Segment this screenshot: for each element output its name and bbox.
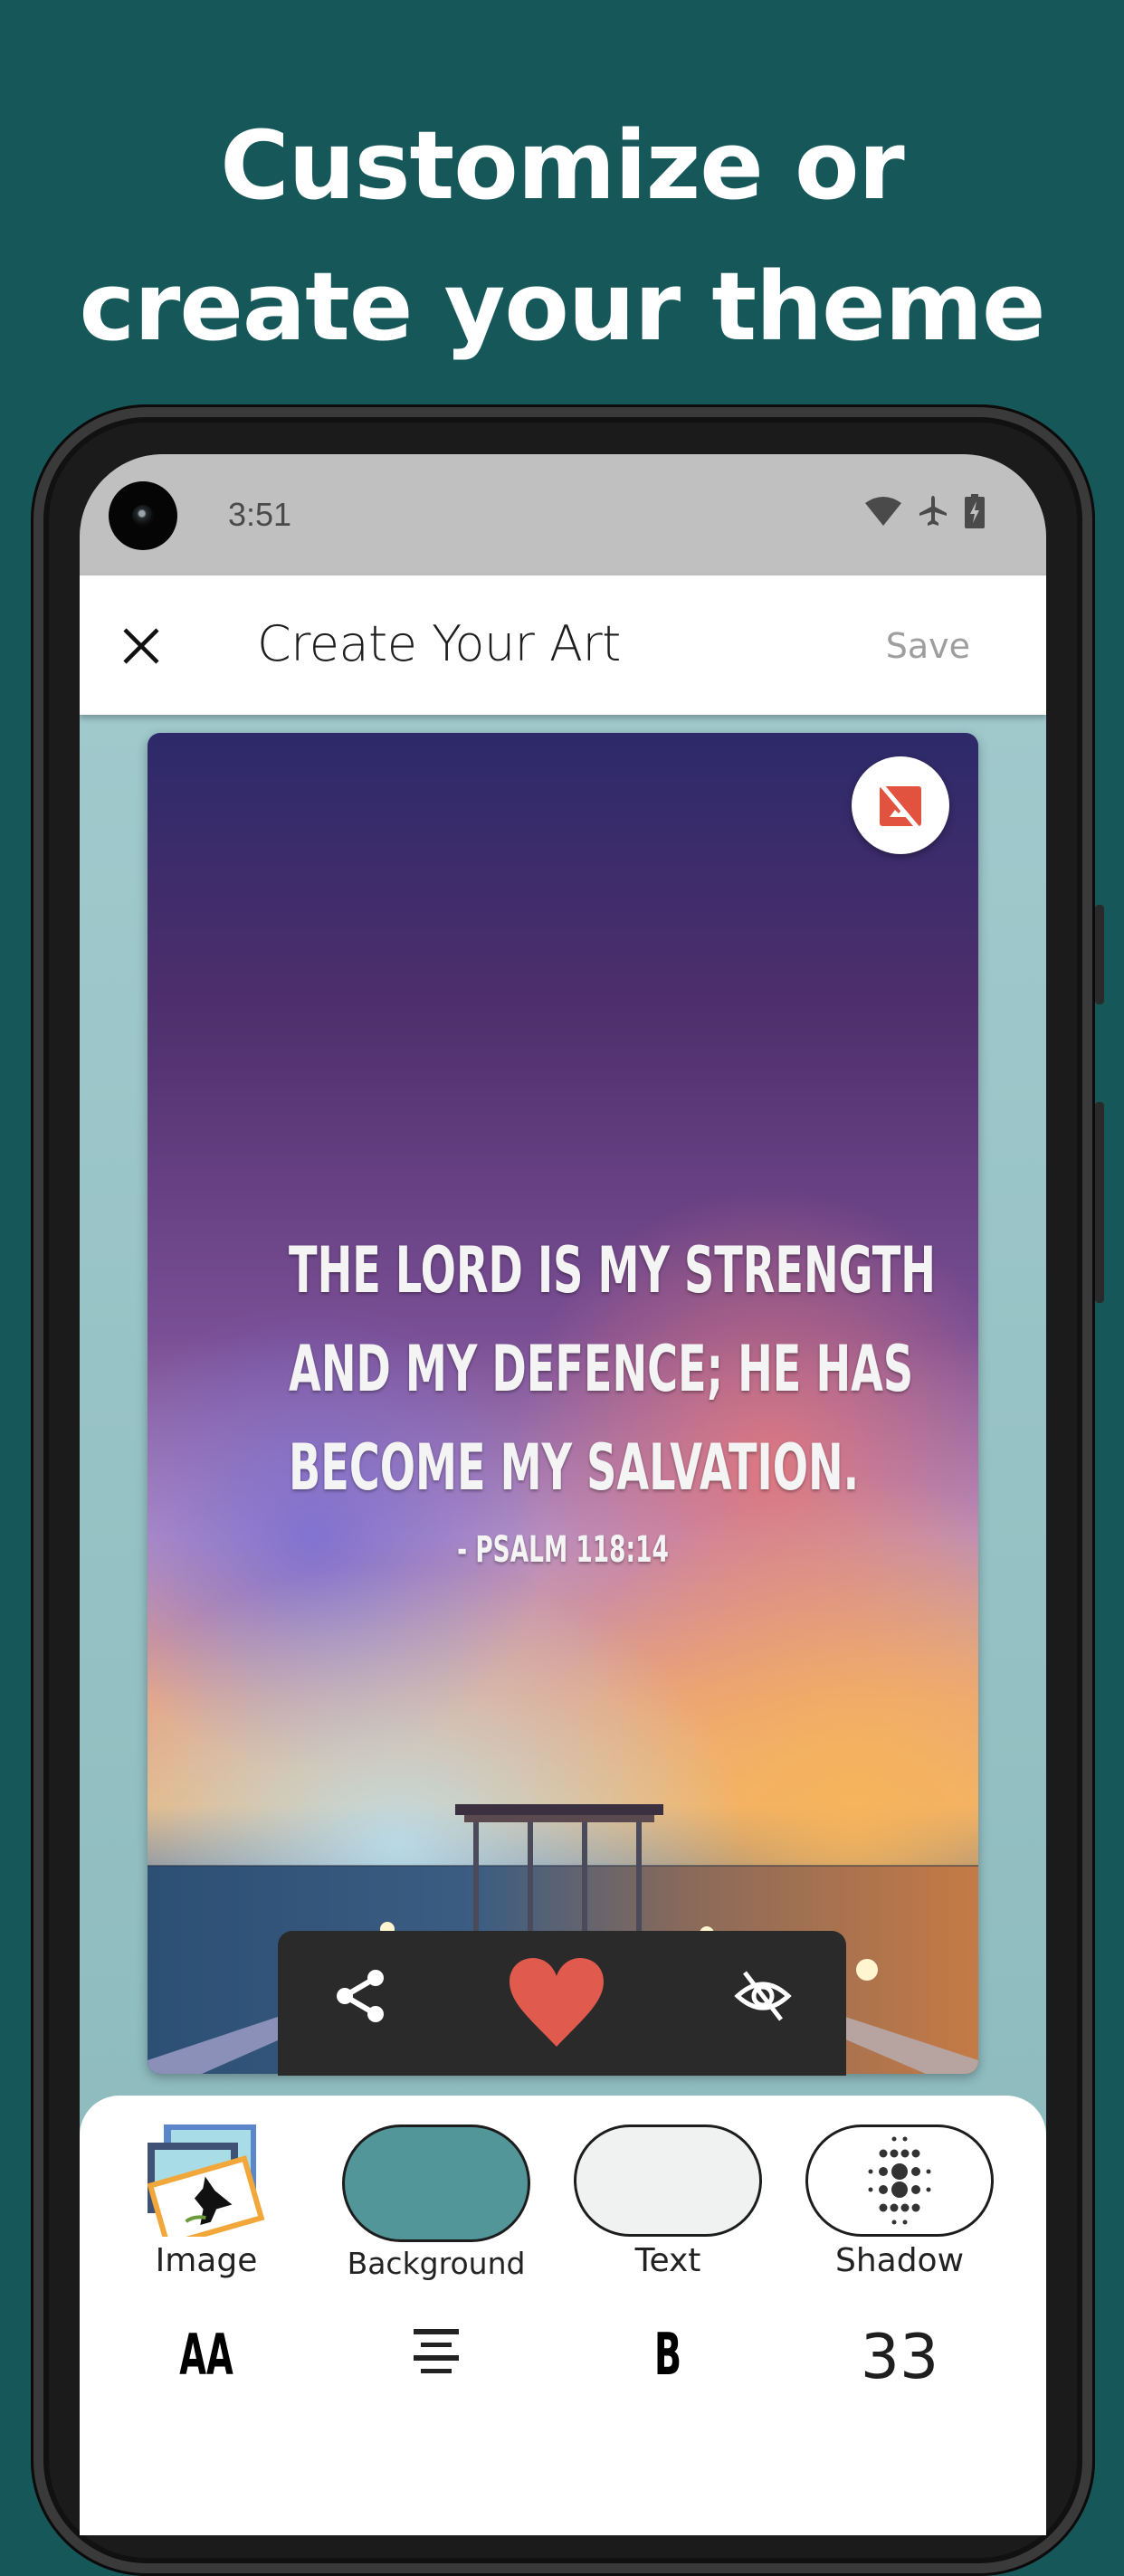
heart-icon	[510, 1958, 604, 2047]
wifi-icon	[865, 497, 901, 526]
shadow-swatch[interactable]	[805, 2124, 994, 2237]
image-gallery-icon	[147, 2124, 265, 2248]
app-bar: Create Your Art Save	[80, 575, 1046, 715]
hide-text-button[interactable]	[734, 1967, 792, 2029]
tool-background[interactable]: Background	[337, 2124, 536, 2281]
promo-headline-line1: Customize or	[220, 110, 904, 221]
battery-charging-icon	[965, 494, 985, 528]
tool-shadow[interactable]: Shadow	[800, 2124, 999, 2279]
verse-text[interactable]: THE LORD IS MY STRENGTH AND MY DEFENCE; …	[289, 1221, 936, 1517]
tool-image[interactable]: Image	[107, 2124, 306, 2279]
remove-image-button[interactable]	[852, 756, 949, 854]
tool-background-label: Background	[347, 2246, 526, 2281]
halftone-dots-icon	[868, 2136, 931, 2225]
save-button[interactable]: Save	[886, 626, 970, 666]
volume-button	[1095, 1102, 1104, 1303]
verse-reference[interactable]: - PSALM 118:14	[289, 1529, 837, 1571]
power-button	[1095, 905, 1104, 1004]
eye-off-icon	[734, 1971, 792, 2021]
font-button[interactable]: AA	[145, 2322, 268, 2388]
status-time: 3:51	[228, 496, 292, 533]
tools-panel: Image Background Text Shadow AA B 33	[80, 2096, 1046, 2535]
page-title: Create Your Art	[257, 615, 621, 672]
tool-text[interactable]: Text	[568, 2124, 767, 2279]
verse-line: BECOME MY SALVATION.	[289, 1431, 860, 1505]
promo-headline: Customize or create your theme	[0, 95, 1124, 377]
canvas-area: THE LORD IS MY STRENGTH AND MY DEFENCE; …	[80, 715, 1046, 2126]
front-camera	[109, 481, 177, 550]
status-bar: 3:51	[80, 454, 1046, 575]
close-button[interactable]	[121, 626, 161, 666]
align-center-icon	[414, 2329, 459, 2373]
promo-headline-line2: create your theme	[79, 252, 1045, 362]
tool-image-label: Image	[155, 2242, 258, 2279]
bold-button[interactable]: B	[606, 2322, 729, 2389]
close-icon	[123, 628, 159, 664]
share-button[interactable]	[332, 1967, 390, 2029]
share-icon	[337, 1970, 384, 2022]
airplane-mode-icon	[919, 496, 947, 526]
hide-image-icon	[878, 781, 921, 830]
background-color-swatch[interactable]	[342, 2124, 530, 2242]
text-color-swatch[interactable]	[574, 2124, 762, 2237]
verse-line: THE LORD IS MY STRENGTH	[289, 1233, 936, 1307]
align-button[interactable]	[337, 2322, 536, 2381]
tool-shadow-label: Shadow	[834, 2242, 965, 2279]
status-icons	[865, 494, 985, 528]
font-size-value[interactable]: 33	[800, 2322, 999, 2393]
art-preview[interactable]: THE LORD IS MY STRENGTH AND MY DEFENCE; …	[148, 733, 978, 2074]
favorite-button[interactable]	[506, 1958, 607, 2053]
tool-text-label: Text	[634, 2242, 701, 2279]
phone-screen: 3:51 Create Your Art Save THE LORD IS MY…	[80, 454, 1046, 2535]
action-bar	[278, 1931, 846, 2076]
verse-line: AND MY DEFENCE; HE HAS	[289, 1332, 914, 1406]
